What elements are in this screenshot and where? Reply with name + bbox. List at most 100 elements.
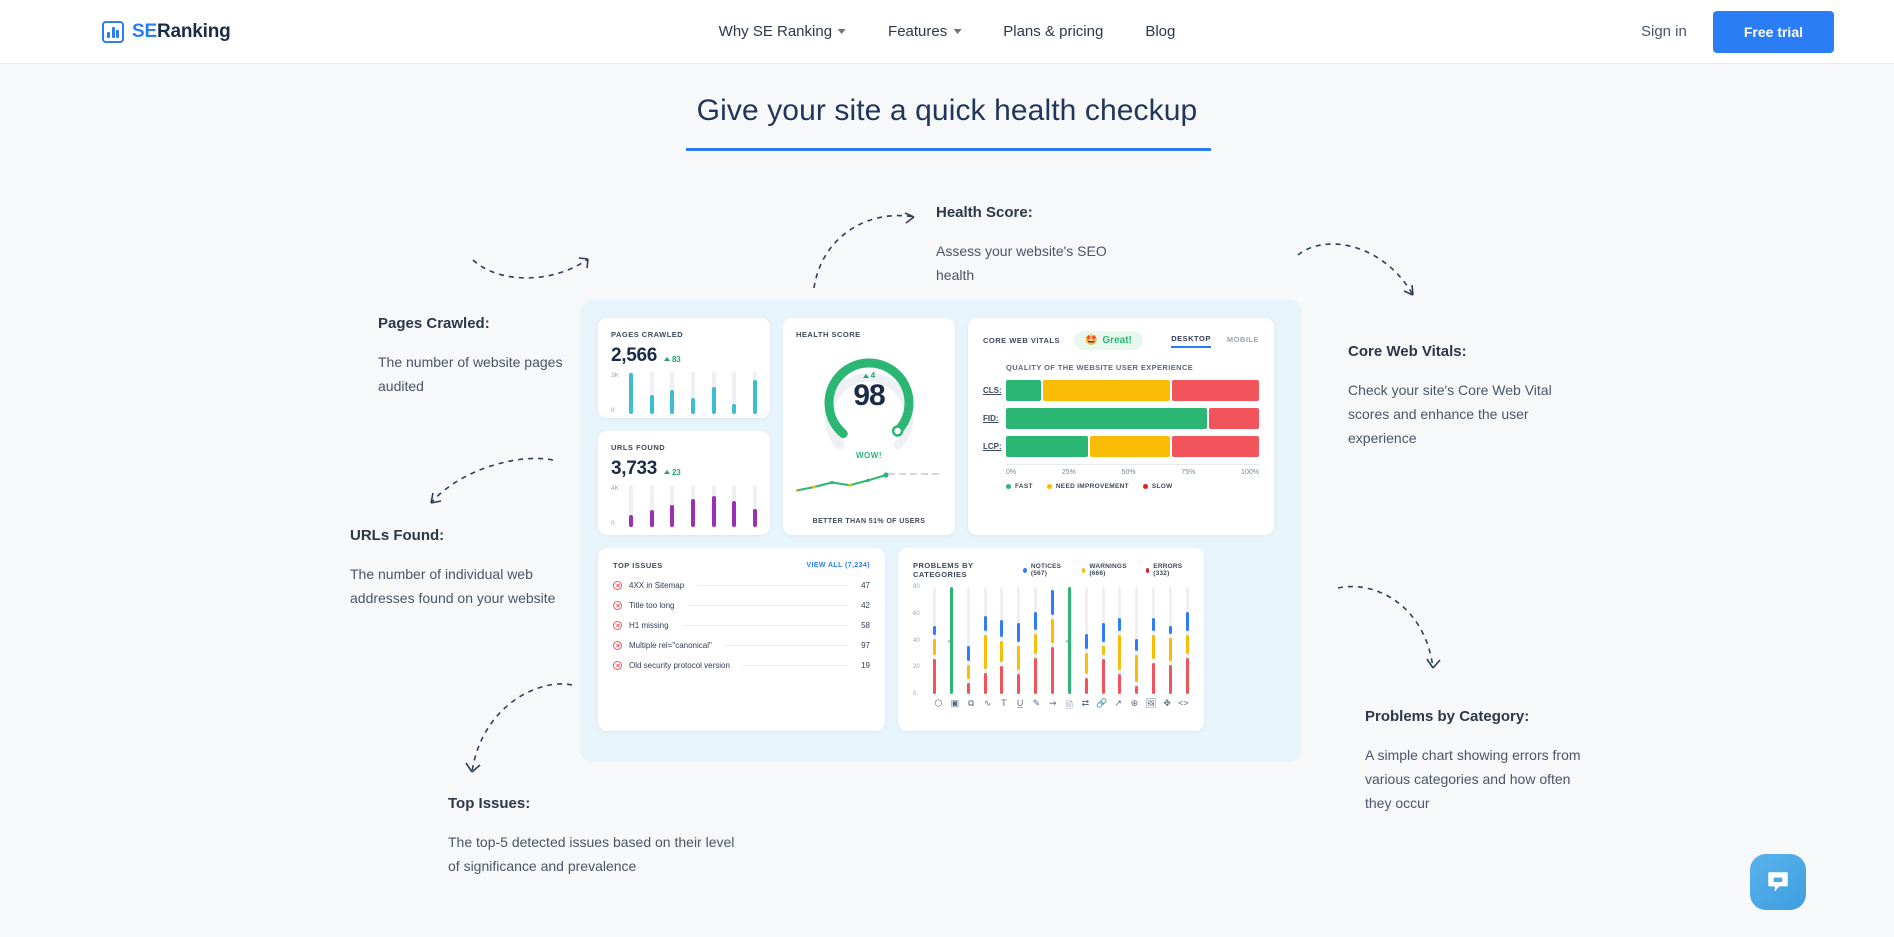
bar-column [711, 485, 716, 527]
annotation-pages-crawled: Pages Crawled: The number of website pag… [378, 315, 608, 398]
problem-column [1084, 587, 1088, 694]
vital-segment-need-improvement [1090, 436, 1170, 457]
urls-found-delta: 23 [664, 468, 681, 477]
core-web-vitals-tabs: DESKTOP MOBILE [1171, 334, 1259, 348]
problems-by-categories-card[interactable]: PROBLEMS BY CATEGORIES NOTICES (567) WAR… [898, 548, 1204, 731]
logo[interactable]: SERanking [102, 20, 231, 43]
triangle-up-icon [664, 357, 671, 361]
nav-item-blog[interactable]: Blog [1145, 23, 1175, 40]
segment-notices [1118, 617, 1122, 632]
pages-crawled-card[interactable]: PAGES CRAWLED 2,566 83 3K 0 [598, 318, 770, 418]
bar-fill [649, 510, 654, 527]
issue-row[interactable]: Old security protocol version 19 [613, 661, 870, 670]
issue-row[interactable]: 4XX in Sitemap 47 [613, 581, 870, 590]
issue-name: Old security protocol version [629, 661, 730, 670]
problem-category-icons: ⬡ ▣ ⧉ ∿ T U̲ ✎ ⇝ 🗎 ⇄ 🔗 ↗ ⊕ 🖼 ✥ <> [913, 698, 1189, 714]
nav-item-features[interactable]: Features [888, 23, 962, 40]
problem-column [1017, 587, 1021, 694]
annotation-body: The top-5 detected issues based on their… [448, 834, 735, 874]
legend-label: WARNINGS (666) [1089, 563, 1127, 577]
segment-errors [1084, 677, 1088, 694]
vital-segment-fast [1006, 380, 1041, 401]
vital-row: FID: [983, 408, 1259, 429]
chevron-down-icon [953, 29, 962, 34]
issue-name: H1 missing [629, 621, 669, 630]
problem-column [1135, 587, 1139, 694]
issue-name: Title too long [629, 601, 675, 610]
problem-column [1000, 587, 1004, 694]
top-issues-label: TOP ISSUES [613, 561, 663, 570]
segment-errors [1118, 673, 1122, 694]
problem-column [1101, 587, 1105, 694]
bar-fill [649, 395, 654, 414]
view-all-issues-link[interactable]: VIEW ALL (7,234) [806, 562, 870, 569]
legend-item-errors: ERRORS (332) [1145, 563, 1189, 577]
problem-column [1034, 587, 1038, 694]
segment-notices [933, 625, 936, 636]
segment-warnings [1084, 652, 1088, 674]
bar-column [752, 372, 757, 414]
annotation-title: Core Web Vitals: [1348, 343, 1467, 360]
segment-notices [1000, 620, 1004, 637]
axis-tick: 60 [913, 610, 920, 617]
free-trial-button[interactable]: Free trial [1712, 10, 1834, 53]
issue-count: 58 [861, 621, 870, 630]
bar-fill [629, 515, 633, 527]
segment-warnings [1000, 640, 1004, 662]
nav-label: Features [888, 23, 948, 40]
link-icon: 🔗 [1096, 698, 1108, 708]
issue-divider [681, 625, 849, 626]
bar-chart-logo-icon [102, 20, 124, 43]
bar-column [711, 372, 716, 414]
segment-errors [1152, 663, 1156, 694]
tab-desktop[interactable]: DESKTOP [1171, 334, 1211, 348]
top-issues-list: 4XX in Sitemap 47 Title too long 42 H1 missi… [613, 581, 870, 670]
annotation-core-web-vitals: Core Web Vitals: Check your site's Core … [1348, 343, 1568, 450]
legend-dot [1023, 567, 1027, 573]
code-icon: <> [1178, 698, 1189, 708]
arrow-pages-crawled [472, 257, 589, 279]
triangle-up-icon [862, 373, 869, 378]
site-header: SERanking Why SE Ranking Features Plans … [0, 0, 1894, 64]
annotation-title: Top Issues: [448, 795, 531, 812]
core-web-vitals-card[interactable]: CORE WEB VITALS 🤩 Great! DESKTOP MOBILE … [968, 318, 1274, 535]
tab-mobile[interactable]: MOBILE [1227, 335, 1259, 347]
annotation-health-score: Health Score: Assess your website's SEO … [936, 204, 1136, 287]
legend-label: FAST [1015, 483, 1033, 490]
nav-item-why-se-ranking[interactable]: Why SE Ranking [719, 23, 847, 40]
segment-warnings [1017, 645, 1021, 670]
legend-dot [1145, 567, 1150, 573]
trend-point [848, 483, 852, 487]
arrow-top-issues [465, 683, 573, 773]
issue-count: 19 [861, 661, 870, 670]
segment-notices [983, 616, 987, 632]
annotation-title: Problems by Category: [1365, 708, 1530, 725]
chat-widget-button[interactable] [1750, 854, 1806, 910]
problems-legend: NOTICES (567) WARNINGS (666) ERRORS (332… [1023, 563, 1189, 577]
issue-count: 42 [861, 601, 870, 610]
error-circle-icon [613, 621, 622, 630]
issue-row[interactable]: H1 missing 58 [613, 621, 870, 630]
problem-column [1051, 587, 1055, 694]
dashboard-bottom-row: TOP ISSUES VIEW ALL (7,234) 4XX in Sitem… [598, 548, 1284, 731]
bar-group [629, 372, 757, 414]
axis-tick: 75% [1181, 469, 1196, 476]
segment-notices [1169, 625, 1173, 634]
top-issues-card[interactable]: TOP ISSUES VIEW ALL (7,234) 4XX in Sitem… [598, 548, 885, 731]
urls-found-card[interactable]: URLS FOUND 3,733 23 4K 0 [598, 431, 770, 535]
segment-errors [933, 659, 936, 694]
arrow-health-score [813, 212, 915, 289]
bar-column [690, 372, 695, 414]
issue-divider [724, 645, 849, 646]
trend-point [830, 480, 834, 485]
health-score-card[interactable]: HEALTH SCORE 4 98 WOW! BETTER THAN 51% O… [783, 318, 955, 535]
trend-point [866, 478, 870, 482]
sign-in-link[interactable]: Sign in [1641, 23, 1687, 40]
core-web-vitals-badge: 🤩 Great! [1073, 331, 1143, 350]
bar-column [629, 485, 633, 527]
issue-row[interactable]: Title too long 42 [613, 601, 870, 610]
nav-item-plans-pricing[interactable]: Plans & pricing [1003, 23, 1103, 40]
axis-tick: 20 [913, 664, 920, 671]
issue-row[interactable]: Multiple rel="canonical" 97 [613, 641, 870, 650]
vital-label: CLS: [983, 386, 1002, 395]
